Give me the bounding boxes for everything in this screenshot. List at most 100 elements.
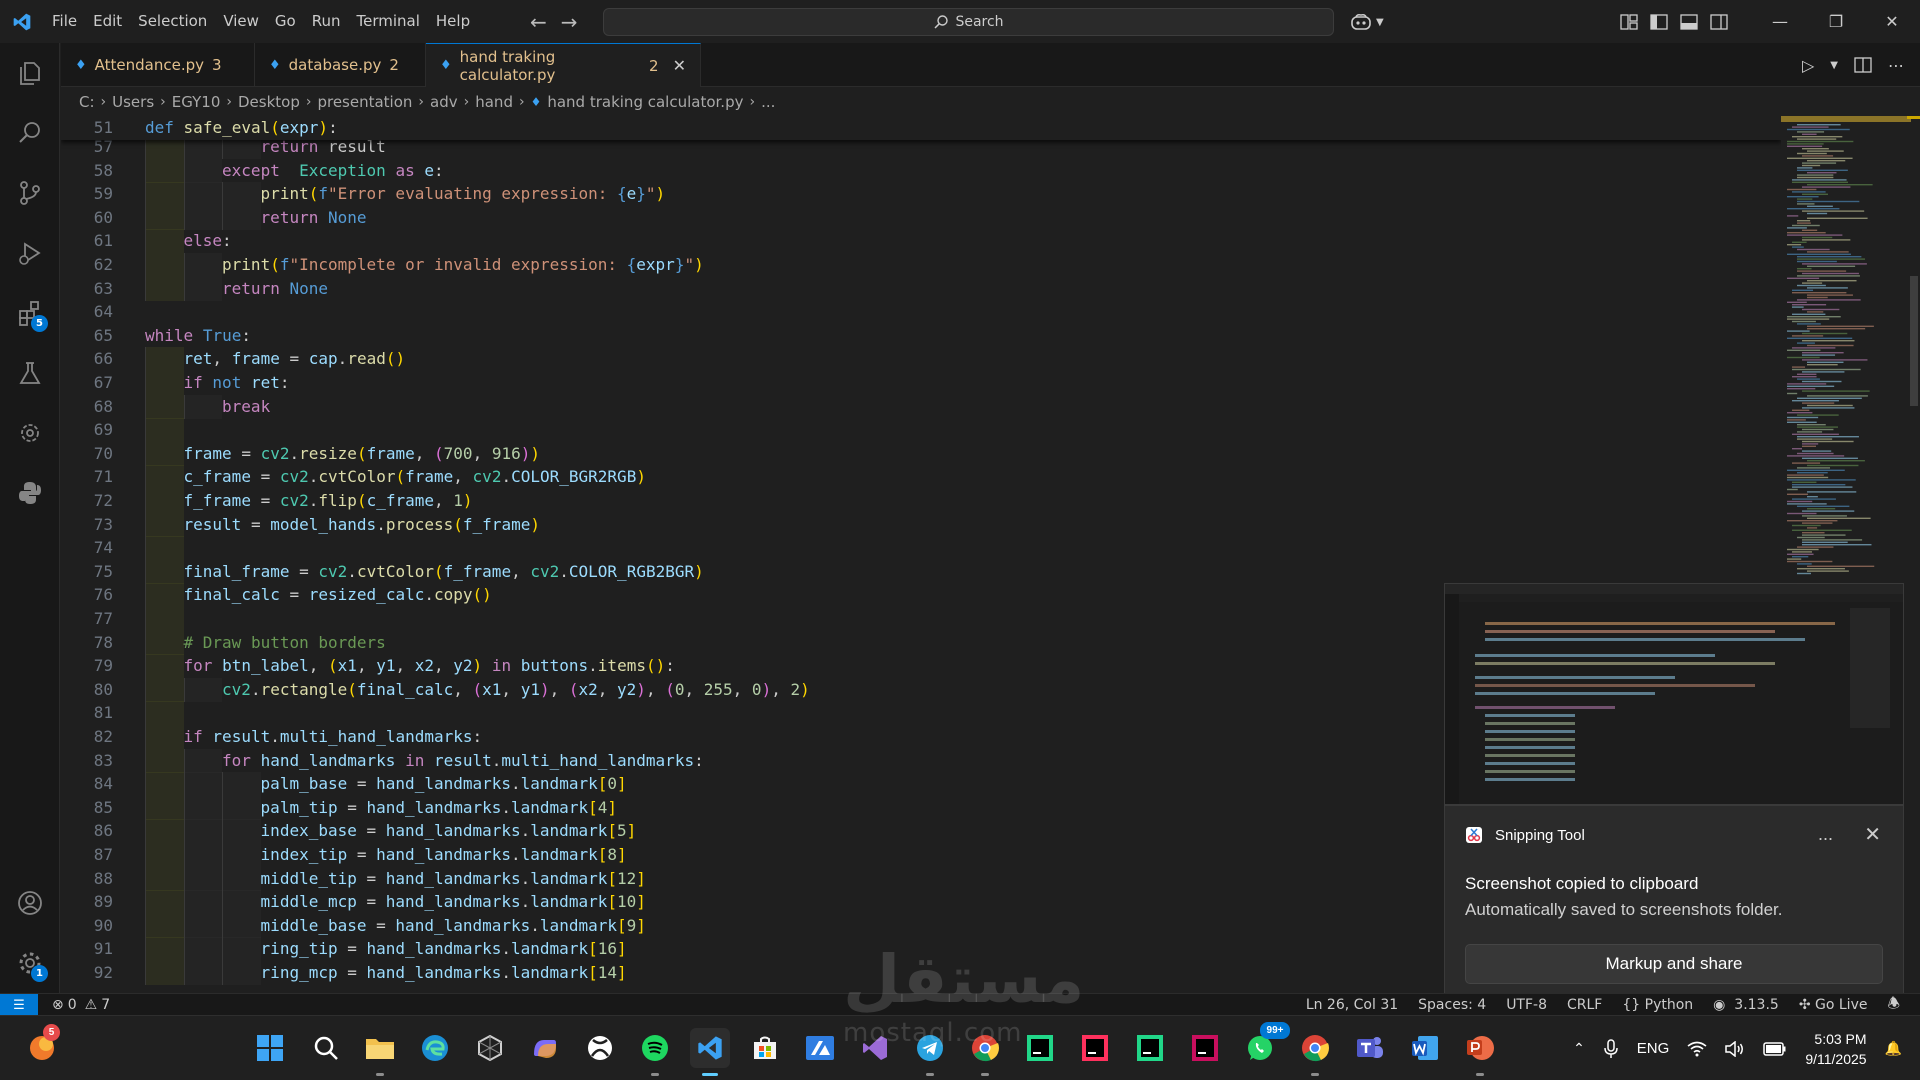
breadcrumb-adv[interactable]: adv [430, 93, 458, 111]
notification-more-icon[interactable]: ... [1818, 824, 1833, 845]
menu-run[interactable]: Run [304, 0, 349, 43]
code-line[interactable]: 66 ret, frame = cap.read() [61, 347, 1781, 372]
explorer-icon[interactable] [0, 45, 60, 101]
close-icon[interactable]: ✕ [1864, 0, 1920, 43]
volume-icon[interactable] [1725, 1040, 1745, 1057]
go-live-button[interactable]: ✣ Go Live [1799, 997, 1868, 1013]
menu-help[interactable]: Help [428, 0, 478, 43]
xbox-app[interactable] [580, 1028, 620, 1068]
taskbar-search-button[interactable] [306, 1028, 346, 1068]
menu-view[interactable]: View [215, 0, 267, 43]
breadcrumb-file[interactable]: hand traking calculator.py [547, 93, 743, 111]
menu-file[interactable]: File [44, 0, 85, 43]
markup-and-share-button[interactable]: Markup and share [1465, 944, 1883, 984]
powerpoint-app[interactable] [1460, 1028, 1500, 1076]
copilot-app[interactable] [525, 1028, 565, 1068]
battery-icon[interactable] [1763, 1041, 1787, 1056]
breadcrumb-symbols[interactable]: ... [761, 93, 775, 111]
minimize-icon[interactable]: — [1752, 0, 1808, 43]
source-control-icon[interactable] [0, 165, 60, 221]
menu-terminal[interactable]: Terminal [349, 0, 428, 43]
indentation[interactable]: Spaces: 4 [1418, 997, 1486, 1013]
code-line[interactable]: 59 print(f"Error evaluating expression: {… [61, 182, 1781, 207]
notifications-bell-icon[interactable]: 🕭 [1887, 993, 1900, 1017]
copilot-button[interactable]: ▼ [1350, 8, 1384, 36]
minimap[interactable] [1781, 116, 1911, 576]
snipping-tool-notification[interactable]: Snipping Tool ... ✕ Screenshot copied to… [1444, 805, 1904, 995]
tab-hand-traking-calculator[interactable]: ♦ hand traking calculator.py 2 ✕ [426, 43, 701, 87]
code-line[interactable]: 68 break [61, 394, 1781, 419]
clion-app[interactable] [1020, 1028, 1060, 1068]
language-mode[interactable]: {} Python [1622, 997, 1693, 1013]
intellij-app[interactable] [1075, 1028, 1115, 1068]
search-sidebar-icon[interactable] [0, 105, 60, 161]
problems-indicator[interactable]: ⊗ 0 ⚠ 7 [52, 994, 110, 1016]
vscode-app[interactable] [690, 1028, 730, 1076]
sticky-scroll-line[interactable]: 51 def safe_eval(expr): [61, 116, 1781, 140]
end-of-line[interactable]: CRLF [1567, 997, 1602, 1013]
code-line[interactable]: 65 while True: [61, 324, 1781, 348]
breadcrumb-presentation[interactable]: presentation [317, 93, 412, 111]
editor-scrollbar[interactable] [1907, 116, 1920, 993]
file-explorer-app[interactable] [360, 1028, 400, 1076]
code-line[interactable]: 60 return None [61, 205, 1781, 230]
toggle-secondary-sidebar-icon[interactable] [1710, 13, 1728, 30]
pycharm-app[interactable] [1130, 1028, 1170, 1068]
customize-layout-icon[interactable] [1620, 13, 1638, 30]
tab-attendance[interactable]: ♦ Attendance.py 3 [61, 43, 255, 87]
unity-hub-app[interactable] [470, 1028, 510, 1068]
microsoft-store-app[interactable] [745, 1028, 785, 1068]
edge-app[interactable] [415, 1028, 455, 1068]
toggle-primary-sidebar-icon[interactable] [1650, 13, 1668, 30]
cursor-position[interactable]: Ln 26, Col 31 [1306, 997, 1398, 1013]
back-arrow-icon[interactable]: ← [530, 10, 547, 34]
breadcrumb-desktop[interactable]: Desktop [238, 93, 300, 111]
code-line[interactable]: 74 [61, 536, 1781, 561]
wifi-icon[interactable] [1687, 1041, 1707, 1057]
tab-database[interactable]: ♦ database.py 2 [255, 43, 426, 87]
run-and-debug-icon[interactable] [0, 225, 60, 281]
whatsapp-app[interactable]: 99+ [1240, 1022, 1290, 1068]
extensions-icon[interactable]: 5 [0, 285, 60, 341]
code-line[interactable]: 61 else: [61, 229, 1781, 254]
notification-close-icon[interactable]: ✕ [1864, 822, 1881, 847]
code-line[interactable]: 69 [61, 418, 1781, 443]
teams-app[interactable] [1350, 1028, 1390, 1068]
manage-gear-icon[interactable]: 1 [0, 935, 60, 991]
weather-widget[interactable]: 5 [22, 1024, 62, 1068]
testing-icon[interactable] [0, 345, 60, 401]
code-line[interactable]: 70 frame = cv2.resize(frame, (700, 916)) [61, 441, 1781, 466]
microphone-icon[interactable] [1603, 1038, 1619, 1059]
rider-app[interactable] [1185, 1028, 1225, 1068]
restore-icon[interactable]: ❐ [1808, 0, 1864, 43]
remote-explorer-icon[interactable] [0, 405, 60, 461]
input-language[interactable]: ENG [1637, 1040, 1670, 1057]
breadcrumb-drive[interactable]: C: [79, 93, 95, 111]
command-center-search[interactable]: Search [603, 8, 1334, 36]
menu-go[interactable]: Go [267, 0, 304, 43]
notification-center-bell-icon[interactable]: 🔔 [1885, 1040, 1902, 1057]
code-line[interactable]: 58 except Exception as e: [61, 158, 1781, 183]
menu-edit[interactable]: Edit [85, 0, 130, 43]
code-line[interactable]: 63 return None [61, 276, 1781, 301]
menu-selection[interactable]: Selection [130, 0, 215, 43]
remote-indicator[interactable]: ☰ [0, 994, 38, 1016]
clock[interactable]: 5:03 PM 9/11/2025 [1805, 1029, 1866, 1069]
run-python-file-icon[interactable]: ▷ [1802, 56, 1814, 75]
chrome-profile-app[interactable] [1295, 1028, 1335, 1076]
breadcrumb-hand[interactable]: hand [475, 93, 513, 111]
forward-arrow-icon[interactable]: → [561, 10, 578, 34]
accounts-icon[interactable] [0, 875, 60, 931]
code-line[interactable]: 75 final_frame = cv2.cvtColor(f_frame, cv… [61, 559, 1781, 584]
python-interpreter[interactable]: ◉ 3.13.5 [1713, 997, 1779, 1013]
code-line[interactable]: 72 f_frame = cv2.flip(c_frame, 1) [61, 489, 1781, 513]
azure-app[interactable] [800, 1028, 840, 1068]
tab-close-icon[interactable]: ✕ [673, 56, 686, 75]
encoding[interactable]: UTF-8 [1506, 997, 1547, 1013]
breadcrumb-user[interactable]: EGY10 [172, 93, 221, 111]
toggle-panel-icon[interactable] [1680, 13, 1698, 30]
word-app[interactable] [1405, 1028, 1445, 1068]
code-line[interactable]: 73 result = model_hands.process(f_frame) [61, 512, 1781, 537]
spotify-app[interactable] [635, 1028, 675, 1076]
code-line[interactable]: 64 [61, 300, 1781, 324]
